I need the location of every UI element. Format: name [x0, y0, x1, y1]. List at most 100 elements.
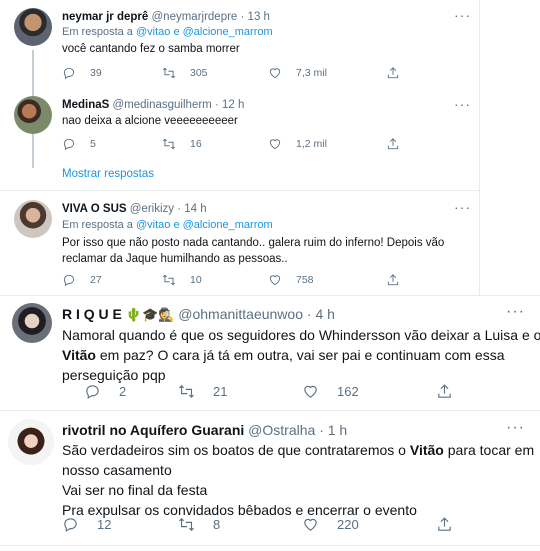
more-icon[interactable]: ···	[454, 97, 471, 111]
reply-to-link[interactable]: @vitao e @alcione_marrom	[136, 26, 273, 38]
handle[interactable]: @ohmanittaeunwoo	[178, 306, 303, 322]
retweet-count: 21	[213, 384, 228, 399]
share-button[interactable]	[436, 383, 453, 400]
retweet-button[interactable]: 21	[178, 383, 227, 400]
reply-count: 5	[90, 138, 96, 150]
share-button[interactable]	[386, 137, 400, 151]
timestamp[interactable]: · 14 h	[177, 203, 206, 215]
retweet-button[interactable]: 305	[162, 66, 208, 80]
tweet-text-line: Vai ser no final da festa	[62, 482, 208, 498]
share-icon	[386, 137, 400, 151]
reply-context: Em resposta a @vitao e @alcione_marrom	[62, 26, 273, 38]
share-button[interactable]	[436, 516, 453, 533]
reply-to-link[interactable]: @vitao e @alcione_marrom	[136, 219, 273, 231]
handle[interactable]: @medinasguilherm	[113, 99, 212, 111]
reply-button[interactable]: 27	[62, 273, 102, 287]
more-icon[interactable]: ···	[454, 200, 471, 214]
heart-icon	[268, 273, 282, 287]
retweet-count: 305	[190, 67, 208, 79]
more-icon[interactable]: ···	[506, 304, 525, 320]
name-emoji: 🌵🎓🕵	[125, 307, 175, 322]
like-button[interactable]: 758	[268, 273, 314, 287]
reply-button[interactable]: 12	[62, 516, 111, 533]
retweet-button[interactable]: 10	[162, 273, 202, 287]
tweet-text-line: Vitão em paz? O cara já tá em outra, vai…	[62, 345, 540, 365]
retweet-count: 16	[190, 138, 202, 150]
timestamp[interactable]: · 12 h	[215, 99, 244, 111]
tweet-actions: 39 305 7,3 mil	[62, 66, 402, 82]
reply-button[interactable]: 5	[62, 137, 96, 151]
heart-icon	[268, 137, 282, 151]
display-name[interactable]: neymar jr deprê	[62, 11, 148, 23]
share-button[interactable]	[386, 273, 400, 287]
reply-count: 12	[97, 517, 112, 532]
display-name[interactable]: R I Q U E	[62, 306, 122, 322]
tweet-actions: 27 10 758	[62, 273, 402, 289]
handle[interactable]: @Ostralha	[248, 422, 315, 438]
tweet-actions: 12 8 220	[62, 516, 462, 532]
reply-prefix: Em resposta a	[62, 26, 133, 38]
reply-prefix: Em resposta a	[62, 219, 133, 231]
like-count: 162	[337, 384, 359, 399]
like-button[interactable]: 162	[302, 383, 359, 400]
handle[interactable]: @erikizy	[130, 203, 174, 215]
more-icon[interactable]: ···	[506, 420, 525, 436]
tweet-text-line: perseguição pqp	[62, 367, 166, 383]
timestamp[interactable]: · 1 h	[319, 422, 347, 438]
reply-icon	[62, 137, 76, 151]
retweet-icon	[178, 383, 195, 400]
like-button[interactable]: 1,2 mil	[268, 137, 327, 151]
text-run: em paz? O cara já tá em outra, vai ser p…	[95, 347, 505, 363]
retweet-icon	[178, 516, 195, 533]
tweet-text-line: reclamar da Jaque humilhando as pessoas.…	[62, 253, 288, 265]
retweet-button[interactable]: 8	[178, 516, 220, 533]
reply-icon	[84, 383, 101, 400]
avatar[interactable]	[12, 303, 52, 343]
reply-button[interactable]: 39	[62, 66, 102, 80]
heart-icon	[268, 66, 282, 80]
handle[interactable]: @neymarjrdepre	[152, 11, 238, 23]
like-count: 220	[337, 517, 359, 532]
heart-icon	[302, 383, 319, 400]
text-run: para tocar em	[443, 442, 535, 458]
reply-context: Em resposta a @vitao e @alcione_marrom	[62, 219, 273, 231]
like-count: 758	[296, 274, 314, 286]
display-name[interactable]: rivotril no Aquífero Guarani	[62, 422, 244, 438]
share-button[interactable]	[386, 66, 400, 80]
retweet-icon	[162, 273, 176, 287]
tweet-text-line: Namoral quando é que os seguidores do Wh…	[62, 327, 540, 343]
share-icon	[436, 383, 453, 400]
show-replies-link[interactable]: Mostrar respostas	[62, 168, 154, 180]
like-count: 7,3 mil	[296, 67, 327, 79]
tweet-text-line: São verdadeiros sim os boatos de que con…	[62, 440, 534, 460]
reply-icon	[62, 66, 76, 80]
avatar[interactable]	[14, 200, 52, 238]
reply-button[interactable]: 2	[84, 383, 126, 400]
like-count: 1,2 mil	[296, 138, 327, 150]
divider	[0, 295, 540, 296]
mention-bold: Vitão	[62, 347, 96, 363]
timestamp[interactable]: · 13 h	[241, 11, 270, 23]
retweet-button[interactable]: 16	[162, 137, 202, 151]
reply-icon	[62, 273, 76, 287]
reply-count: 2	[119, 384, 127, 399]
replies-panel: neymar jr deprê @neymarjrdepre · 13 h ··…	[0, 0, 480, 295]
like-button[interactable]: 7,3 mil	[268, 66, 327, 80]
tweet-actions: 5 16 1,2 mil	[62, 137, 402, 153]
display-name[interactable]: VIVA O SUS	[62, 203, 127, 215]
timestamp[interactable]: · 4 h	[307, 306, 335, 322]
avatar[interactable]	[8, 419, 54, 465]
divider	[0, 545, 540, 546]
divider	[0, 190, 480, 191]
tweet-text: São verdadeiros sim os boatos de que con…	[62, 440, 534, 520]
avatar[interactable]	[14, 8, 52, 46]
more-icon[interactable]: ···	[454, 8, 471, 22]
tweet-text-line: nosso casamento	[62, 462, 172, 478]
text-run: São verdadeiros sim os boatos de que con…	[62, 442, 410, 458]
like-button[interactable]: 220	[302, 516, 359, 533]
mention-bold: Vitão	[409, 442, 444, 458]
avatar[interactable]	[14, 96, 52, 134]
share-icon	[386, 66, 400, 80]
tweet-text-line: Por isso que não posto nada cantando.. g…	[62, 237, 445, 249]
display-name[interactable]: MedinaS	[62, 99, 109, 111]
